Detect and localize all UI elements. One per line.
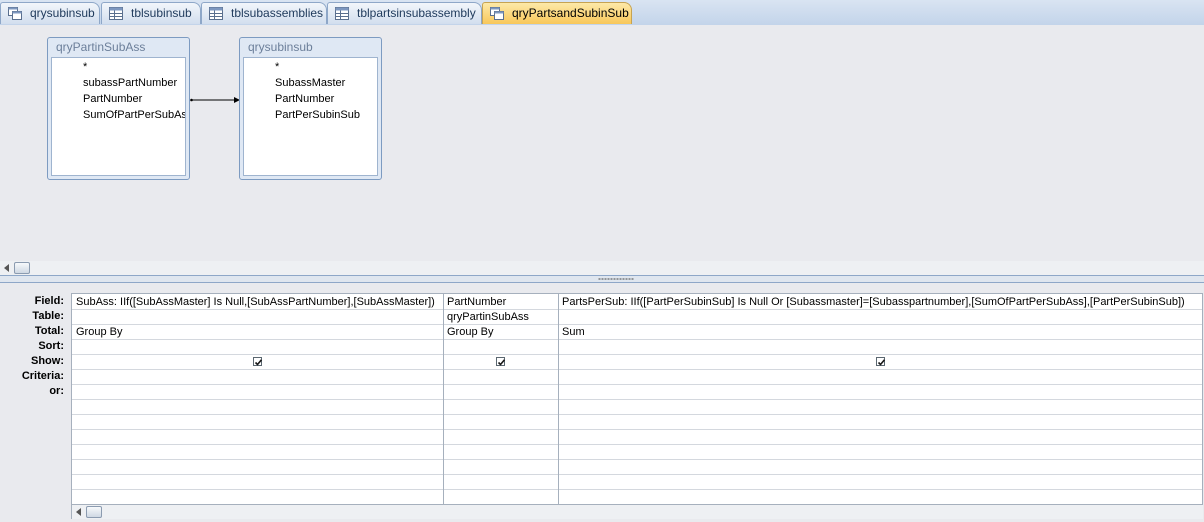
row-label-sort: Sort: (38, 340, 64, 352)
design-pane-scrollbar[interactable] (0, 261, 1204, 275)
field-list-body: * SubassMaster PartNumber PartPerSubinSu… (243, 57, 378, 176)
tab-label: qrysubinsub (30, 6, 95, 20)
tab-label: qryPartsandSubinSub (512, 6, 629, 20)
tab-qrysubinsub[interactable]: qrysubinsub (0, 2, 100, 24)
field-list-item[interactable]: PartNumber (275, 93, 334, 105)
field-list-item[interactable]: SumOfPartPerSubAss (83, 109, 185, 121)
grid-cell-total-col2[interactable]: Group By (447, 325, 555, 340)
splitter-grip-icon[interactable] (598, 278, 634, 280)
tab-qrypartsandsubinsub[interactable]: qryPartsandSubinSub (482, 2, 632, 24)
grid-cell-table-col3[interactable] (562, 310, 1200, 325)
grid-scrollbar[interactable] (71, 505, 1203, 519)
grid-cell-total-col3[interactable]: Sum (562, 325, 1200, 340)
query-icon (490, 7, 504, 20)
tab-label: tblsubinsub (131, 6, 192, 20)
table-icon (209, 7, 223, 20)
row-label-show: Show: (31, 355, 64, 367)
field-list-item[interactable]: * (275, 61, 279, 73)
tab-tblsubassemblies[interactable]: tblsubassemblies (201, 2, 327, 24)
scroll-left-arrow-icon[interactable] (76, 508, 81, 516)
field-list-title[interactable]: qryPartinSubAss (56, 40, 145, 54)
checkmark-icon (497, 359, 506, 366)
grid-cell-sort-col1[interactable] (76, 340, 441, 355)
query-design-grid[interactable]: SubAss: IIf([SubAssMaster] Is Null,[SubA… (71, 293, 1203, 505)
show-checkbox-col1[interactable] (253, 357, 263, 366)
field-list-item[interactable]: SubassMaster (275, 77, 345, 89)
scroll-left-arrow-icon[interactable] (4, 264, 9, 272)
grid-cell-field-col1[interactable]: SubAss: IIf([SubAssMaster] Is Null,[SubA… (76, 295, 441, 310)
tab-tblpartsinsubassembly[interactable]: tblpartsinsubassembly (327, 2, 482, 24)
field-list-qrysubinsub[interactable]: qrysubinsub * SubassMaster PartNumber Pa… (239, 37, 382, 180)
tab-tblsubinsub[interactable]: tblsubinsub (101, 2, 201, 24)
query-grid-area: Field: Table: Total: Sort: Show: Criteri… (0, 283, 1204, 522)
grid-cell-table-col2[interactable]: qryPartinSubAss (447, 310, 555, 325)
query-design-pane[interactable]: qryPartinSubAss * subassPartNumber PartN… (0, 25, 1204, 261)
scroll-thumb[interactable] (86, 506, 102, 518)
field-list-qrypartinsubass[interactable]: qryPartinSubAss * subassPartNumber PartN… (47, 37, 190, 180)
row-label-table: Table: (32, 310, 64, 322)
row-label-criteria: Criteria: (21, 370, 64, 382)
tab-label: tblsubassemblies (231, 6, 324, 20)
show-checkbox-col3[interactable] (876, 357, 886, 366)
checkmark-icon (877, 359, 886, 366)
field-list-item[interactable]: subassPartNumber (83, 77, 177, 89)
row-label-total: Total: (34, 325, 64, 337)
field-list-item[interactable]: * (83, 61, 87, 73)
grid-cell-field-col2[interactable]: PartNumber (447, 295, 555, 310)
table-icon (335, 7, 349, 20)
grid-cell-table-col1[interactable] (76, 310, 441, 325)
checkmark-icon (254, 359, 263, 366)
query-icon (8, 7, 22, 20)
field-list-body: * subassPartNumber PartNumber SumOfPartP… (51, 57, 186, 176)
grid-cell-sort-col3[interactable] (562, 340, 1200, 355)
scroll-thumb[interactable] (14, 262, 30, 274)
grid-cell-field-col3[interactable]: PartsPerSub: IIf([PartPerSubinSub] Is Nu… (562, 295, 1200, 310)
grid-cell-sort-col2[interactable] (447, 340, 555, 355)
row-label-field: Field: (34, 295, 64, 307)
document-tab-strip: qrysubinsub tblsubinsub tblsubassemblies (0, 0, 1204, 26)
row-label-or: or: (49, 385, 64, 397)
field-list-title[interactable]: qrysubinsub (248, 40, 313, 54)
field-list-item[interactable]: PartNumber (83, 93, 142, 105)
pane-splitter[interactable] (0, 275, 1204, 283)
join-line[interactable] (190, 97, 240, 103)
tab-label: tblpartsinsubassembly (357, 6, 476, 20)
field-list-item[interactable]: PartPerSubinSub (275, 109, 360, 121)
table-icon (109, 7, 123, 20)
show-checkbox-col2[interactable] (496, 357, 506, 366)
grid-cell-total-col1[interactable]: Group By (76, 325, 441, 340)
